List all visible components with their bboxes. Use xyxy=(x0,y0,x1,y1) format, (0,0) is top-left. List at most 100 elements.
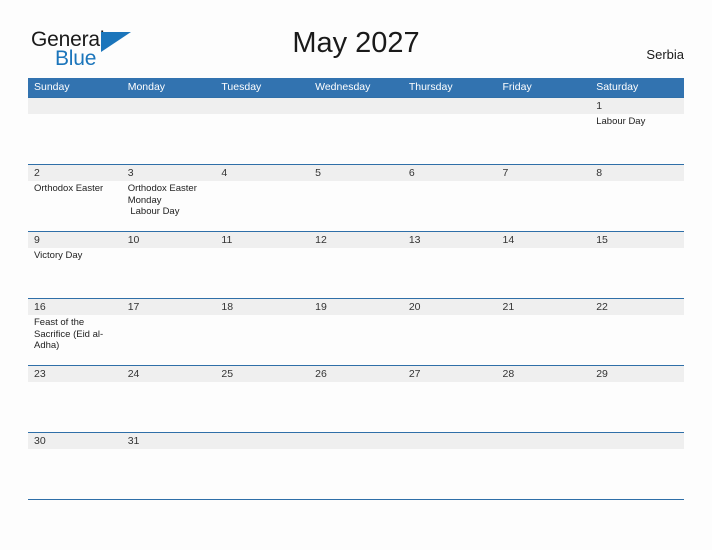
day-cell-30[interactable]: 30 xyxy=(28,433,122,498)
day-number: 17 xyxy=(127,301,140,313)
day-cell-10[interactable]: 10 xyxy=(122,232,216,297)
holiday-label: Labour Day xyxy=(596,116,646,127)
day-cell-8[interactable]: 8 xyxy=(590,165,684,230)
day-number: 7 xyxy=(502,167,509,179)
day-number xyxy=(315,433,398,449)
week-cells: 16 Feast of the Sacrifice (Eid al-Adha) 17… xyxy=(28,299,684,364)
day-of-week-sunday: Sunday xyxy=(34,81,70,93)
day-number: 5 xyxy=(315,167,321,179)
day-number: 30 xyxy=(34,435,46,447)
day-number: 15 xyxy=(596,234,608,246)
day-cell-1[interactable]: 1 Labour Day xyxy=(590,98,684,163)
day-number xyxy=(128,98,211,114)
day-number xyxy=(315,98,398,114)
day-number: 21 xyxy=(502,301,515,313)
day-number xyxy=(503,98,586,114)
holiday-label: Orthodox Easter Monday Labour Day xyxy=(127,183,197,217)
day-cell-4[interactable]: 4 xyxy=(215,165,309,230)
day-number: 2 xyxy=(34,167,40,179)
day-number: 3 xyxy=(127,167,134,179)
day-number: 29 xyxy=(596,368,608,380)
day-number: 8 xyxy=(596,167,603,179)
day-cell-27[interactable]: 27 xyxy=(403,366,497,431)
day-cell-17[interactable]: 17 xyxy=(122,299,216,364)
day-number: 11 xyxy=(221,234,233,246)
day-cell-11[interactable]: 11 xyxy=(215,232,309,297)
calendar-bottom-rule xyxy=(28,499,684,500)
day-cell-22[interactable]: 22 xyxy=(590,299,684,364)
day-cell-empty xyxy=(403,98,497,163)
day-cell-18[interactable]: 18 xyxy=(215,299,309,364)
page-header: General Blue May 2027 Serbia xyxy=(0,0,712,72)
day-cell-empty xyxy=(28,98,122,163)
day-cell-empty xyxy=(215,98,309,163)
day-cell-25[interactable]: 25 xyxy=(215,366,309,431)
day-cell-9[interactable]: 9 Victory Day xyxy=(28,232,122,297)
holiday-label: Victory Day xyxy=(34,250,83,261)
week-cells: 1 Labour Day xyxy=(28,98,684,163)
day-cell-20[interactable]: 20 xyxy=(403,299,497,364)
day-cell-6[interactable]: 6 xyxy=(403,165,497,230)
day-cell-28[interactable]: 28 xyxy=(497,366,591,431)
day-cell-empty xyxy=(309,433,403,498)
day-number xyxy=(221,433,304,449)
day-number xyxy=(409,98,492,114)
day-number: 1 xyxy=(596,100,603,112)
day-cell-5[interactable]: 5 xyxy=(309,165,403,230)
day-cell-23[interactable]: 23 xyxy=(28,366,122,431)
calendar-week-row: 16 Feast of the Sacrifice (Eid al-Adha) 17… xyxy=(28,298,684,365)
day-cell-29[interactable]: 29 xyxy=(590,366,684,431)
day-number: 12 xyxy=(315,234,327,246)
day-number: 18 xyxy=(221,301,234,313)
calendar-table: Sunday Monday Tuesday Wednesday Thursday Frid… xyxy=(28,78,684,500)
day-number xyxy=(221,98,304,114)
day-cell-7[interactable]: 7 xyxy=(497,165,591,230)
day-number: 14 xyxy=(502,234,515,246)
day-cell-13[interactable]: 13 xyxy=(403,232,497,297)
day-number: 20 xyxy=(408,301,421,313)
day-number: 27 xyxy=(408,368,421,380)
day-cell-empty xyxy=(403,433,497,498)
day-cell-31[interactable]: 31 xyxy=(122,433,216,498)
day-events: Feast of the Sacrifice (Eid al-Adha) xyxy=(34,317,117,352)
day-cell-2[interactable]: 2 Orthodox Easter xyxy=(28,165,122,230)
day-number: 6 xyxy=(408,167,415,179)
week-cells: 23 24 25 26 27 28 29 xyxy=(28,366,684,431)
calendar-week-row: 2 Orthodox Easter 3 Orthodox Easter Monday … xyxy=(28,164,684,231)
calendar-week-row: 1 Labour Day xyxy=(28,97,684,164)
holiday-label: Feast of the Sacrifice (Eid al-Adha) xyxy=(34,317,104,351)
day-cell-3[interactable]: 3 Orthodox Easter Monday Labour Day xyxy=(122,165,216,230)
day-number xyxy=(503,433,586,449)
day-cell-19[interactable]: 19 xyxy=(309,299,403,364)
day-number xyxy=(34,98,117,114)
day-of-week-header: Sunday Monday Tuesday Wednesday Thursday Frid… xyxy=(28,78,684,97)
day-number: 28 xyxy=(502,368,515,380)
day-cell-26[interactable]: 26 xyxy=(309,366,403,431)
day-events: Orthodox Easter Monday Labour Day xyxy=(128,183,211,218)
day-of-week-friday: Friday xyxy=(502,81,532,93)
day-cell-empty xyxy=(309,98,403,163)
day-of-week-wednesday: Wednesday xyxy=(315,81,371,93)
day-cell-24[interactable]: 24 xyxy=(122,366,216,431)
day-cell-14[interactable]: 14 xyxy=(497,232,591,297)
calendar-week-row: 30 31 xyxy=(28,432,684,499)
calendar-week-row: 9 Victory Day 10 11 12 13 14 15 xyxy=(28,231,684,298)
day-cell-empty xyxy=(497,98,591,163)
day-number: 25 xyxy=(221,368,234,380)
day-cell-21[interactable]: 21 xyxy=(497,299,591,364)
day-cell-16[interactable]: 16 Feast of the Sacrifice (Eid al-Adha) xyxy=(28,299,122,364)
day-events: Orthodox Easter xyxy=(34,183,117,195)
day-events: Labour Day xyxy=(596,116,679,128)
calendar-week-row: 23 24 25 26 27 28 29 xyxy=(28,365,684,432)
day-cell-12[interactable]: 12 xyxy=(309,232,403,297)
calendar-page: General Blue May 2027 Serbia Sunday Monda… xyxy=(0,0,712,550)
day-cell-15[interactable]: 15 xyxy=(590,232,684,297)
week-cells: 2 Orthodox Easter 3 Orthodox Easter Monday … xyxy=(28,165,684,230)
day-number: 10 xyxy=(127,234,140,246)
day-events: Victory Day xyxy=(34,250,117,262)
day-number: 31 xyxy=(127,435,140,447)
day-cell-empty xyxy=(590,433,684,498)
day-number: 19 xyxy=(315,301,327,313)
day-number: 26 xyxy=(315,368,327,380)
day-number: 4 xyxy=(221,167,228,179)
